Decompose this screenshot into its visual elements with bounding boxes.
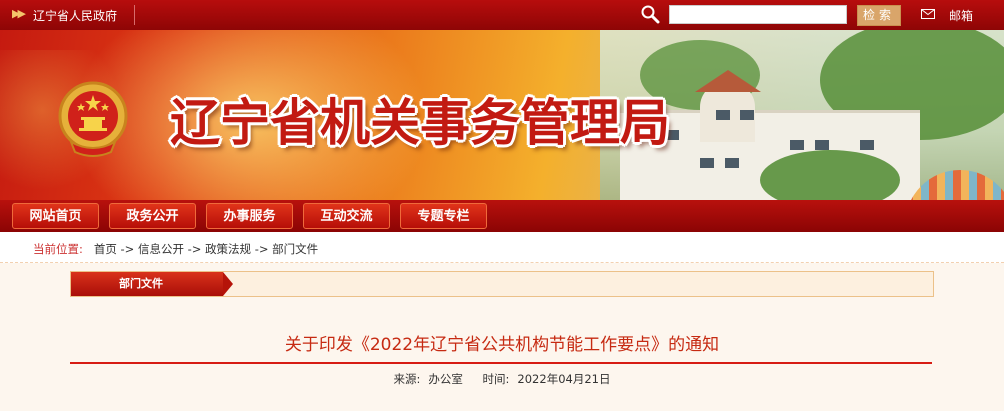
- breadcrumb-dept-docs[interactable]: 部门文件: [272, 242, 318, 256]
- window: [860, 140, 874, 150]
- breadcrumb-policy[interactable]: 政策法规: [205, 242, 251, 256]
- window: [740, 110, 754, 120]
- search-input[interactable]: [669, 5, 847, 24]
- breadcrumb-separator: ->: [120, 242, 135, 256]
- breadcrumb-home[interactable]: 首页: [94, 242, 117, 256]
- site-title: 辽宁省机关事务管理局: [170, 94, 670, 152]
- document-meta: 来源: 办公室 时间: 2022年04月21日: [70, 371, 934, 387]
- search-button[interactable]: 检索: [857, 5, 901, 26]
- building-roof: [695, 70, 761, 92]
- divider: [134, 5, 135, 25]
- main-nav: 网站首页 政务公开 办事服务 互动交流 专题专栏: [0, 200, 1004, 232]
- time-label: 时间:: [482, 372, 510, 386]
- section-tab-strip: 部门文件: [70, 271, 934, 297]
- header-banner: 辽宁省机关事务管理局: [0, 30, 1004, 200]
- search-icon: [641, 5, 660, 24]
- gov-home-link[interactable]: 辽宁省人民政府: [33, 7, 117, 24]
- window: [700, 158, 714, 168]
- nav-item-services[interactable]: 办事服务: [206, 203, 293, 229]
- breadcrumb-bar: 当前位置: 首页 -> 信息公开 -> 政策法规 -> 部门文件: [0, 232, 1004, 263]
- title-divider: [70, 362, 932, 364]
- double-arrow-icon: ▶▶: [12, 7, 26, 20]
- window: [725, 158, 739, 168]
- breadcrumb: 当前位置: 首页 -> 信息公开 -> 政策法规 -> 部门文件: [33, 241, 318, 257]
- nav-item-topics[interactable]: 专题专栏: [400, 203, 487, 229]
- section-tab[interactable]: 部门文件: [71, 272, 233, 296]
- source-label: 来源:: [393, 372, 421, 386]
- source-value: 办公室: [428, 372, 463, 386]
- breadcrumb-separator: ->: [254, 242, 269, 256]
- window: [716, 110, 730, 120]
- window: [815, 140, 829, 150]
- nav-item-interaction[interactable]: 互动交流: [303, 203, 390, 229]
- time-value: 2022年04月21日: [517, 372, 611, 386]
- nav-item-gov-affairs[interactable]: 政务公开: [109, 203, 196, 229]
- nav-item-home[interactable]: 网站首页: [12, 203, 99, 229]
- breadcrumb-label: 当前位置:: [33, 242, 83, 256]
- window: [790, 140, 804, 150]
- top-bar: ▶▶ 辽宁省人民政府 检索 邮箱: [0, 0, 1004, 30]
- breadcrumb-separator: ->: [187, 242, 202, 256]
- mail-link[interactable]: 邮箱: [949, 7, 973, 24]
- breadcrumb-info-public[interactable]: 信息公开: [138, 242, 184, 256]
- mail-icon: [921, 9, 935, 19]
- content-area: 部门文件 关于印发《2022年辽宁省公共机构节能工作要点》的通知 来源: 办公室 …: [0, 263, 1004, 411]
- national-emblem-icon: [58, 81, 128, 157]
- document-title: 关于印发《2022年辽宁省公共机构节能工作要点》的通知: [284, 335, 720, 355]
